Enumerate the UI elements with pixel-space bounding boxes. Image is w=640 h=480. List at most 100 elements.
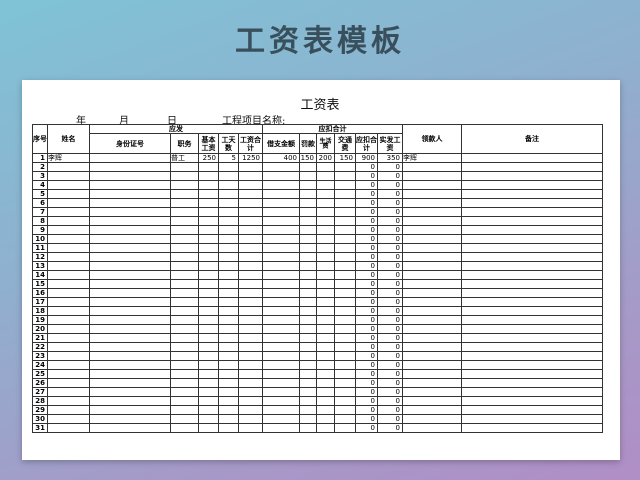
cell-wage-total[interactable] bbox=[238, 180, 263, 190]
cell-base-wage[interactable] bbox=[198, 252, 219, 262]
cell-fine[interactable] bbox=[299, 189, 317, 199]
cell-base-wage[interactable] bbox=[198, 333, 219, 343]
cell-net-pay[interactable]: 0 bbox=[377, 162, 403, 172]
cell-work-days[interactable] bbox=[218, 261, 239, 271]
cell-seq[interactable]: 2 bbox=[32, 162, 48, 172]
cell-fine[interactable] bbox=[299, 234, 317, 244]
cell-base-wage[interactable] bbox=[198, 405, 219, 415]
cell-transport[interactable] bbox=[334, 171, 356, 181]
cell-name[interactable] bbox=[47, 243, 90, 253]
cell-position[interactable] bbox=[170, 423, 199, 433]
cell-base-wage[interactable] bbox=[198, 369, 219, 379]
cell-transport[interactable]: 150 bbox=[334, 153, 356, 163]
cell-deduct-total[interactable]: 0 bbox=[355, 387, 378, 397]
cell-position[interactable] bbox=[170, 207, 199, 217]
cell-deduct-total[interactable]: 0 bbox=[355, 216, 378, 226]
cell-seq[interactable]: 3 bbox=[32, 171, 48, 181]
cell-id-no[interactable] bbox=[89, 207, 171, 217]
cell-transport[interactable] bbox=[334, 306, 356, 316]
cell-name[interactable] bbox=[47, 396, 90, 406]
cell-advance[interactable] bbox=[262, 180, 300, 190]
cell-base-wage[interactable] bbox=[198, 180, 219, 190]
cell-deduct-total[interactable]: 0 bbox=[355, 378, 378, 388]
cell-seq[interactable]: 4 bbox=[32, 180, 48, 190]
cell-wage-total[interactable] bbox=[238, 360, 263, 370]
cell-seq[interactable]: 7 bbox=[32, 207, 48, 217]
cell-recipient[interactable] bbox=[402, 414, 462, 424]
cell-work-days[interactable] bbox=[218, 180, 239, 190]
cell-wage-total[interactable] bbox=[238, 162, 263, 172]
cell-living[interactable] bbox=[316, 252, 335, 262]
cell-recipient[interactable] bbox=[402, 171, 462, 181]
cell-transport[interactable] bbox=[334, 270, 356, 280]
cell-fine[interactable] bbox=[299, 297, 317, 307]
cell-name[interactable] bbox=[47, 360, 90, 370]
cell-work-days[interactable] bbox=[218, 369, 239, 379]
cell-fine[interactable] bbox=[299, 369, 317, 379]
cell-living[interactable]: 200 bbox=[316, 153, 335, 163]
cell-net-pay[interactable]: 0 bbox=[377, 342, 403, 352]
cell-work-days[interactable] bbox=[218, 288, 239, 298]
cell-wage-total[interactable] bbox=[238, 288, 263, 298]
cell-seq[interactable]: 13 bbox=[32, 261, 48, 271]
cell-name[interactable] bbox=[47, 198, 90, 208]
cell-transport[interactable] bbox=[334, 198, 356, 208]
cell-recipient[interactable] bbox=[402, 252, 462, 262]
cell-advance[interactable] bbox=[262, 324, 300, 334]
cell-recipient[interactable] bbox=[402, 180, 462, 190]
cell-remarks[interactable] bbox=[461, 378, 603, 388]
cell-remarks[interactable] bbox=[461, 189, 603, 199]
cell-base-wage[interactable] bbox=[198, 342, 219, 352]
cell-remarks[interactable] bbox=[461, 198, 603, 208]
cell-name[interactable] bbox=[47, 351, 90, 361]
cell-fine[interactable] bbox=[299, 180, 317, 190]
cell-recipient[interactable] bbox=[402, 225, 462, 235]
cell-living[interactable] bbox=[316, 189, 335, 199]
cell-recipient[interactable] bbox=[402, 324, 462, 334]
cell-seq[interactable]: 21 bbox=[32, 333, 48, 343]
cell-living[interactable] bbox=[316, 405, 335, 415]
cell-deduct-total[interactable]: 0 bbox=[355, 279, 378, 289]
cell-deduct-total[interactable]: 0 bbox=[355, 414, 378, 424]
cell-remarks[interactable] bbox=[461, 306, 603, 316]
cell-recipient[interactable] bbox=[402, 387, 462, 397]
cell-transport[interactable] bbox=[334, 216, 356, 226]
cell-fine[interactable]: 150 bbox=[299, 153, 317, 163]
cell-advance[interactable] bbox=[262, 243, 300, 253]
cell-deduct-total[interactable]: 0 bbox=[355, 270, 378, 280]
cell-net-pay[interactable]: 0 bbox=[377, 261, 403, 271]
cell-id-no[interactable] bbox=[89, 387, 171, 397]
cell-recipient[interactable] bbox=[402, 360, 462, 370]
cell-deduct-total[interactable]: 0 bbox=[355, 405, 378, 415]
cell-id-no[interactable] bbox=[89, 342, 171, 352]
cell-wage-total[interactable] bbox=[238, 243, 263, 253]
cell-deduct-total[interactable]: 0 bbox=[355, 162, 378, 172]
cell-name[interactable] bbox=[47, 207, 90, 217]
cell-base-wage[interactable] bbox=[198, 423, 219, 433]
cell-name[interactable] bbox=[47, 324, 90, 334]
cell-deduct-total[interactable]: 0 bbox=[355, 333, 378, 343]
cell-remarks[interactable] bbox=[461, 396, 603, 406]
cell-work-days[interactable] bbox=[218, 351, 239, 361]
cell-remarks[interactable] bbox=[461, 243, 603, 253]
cell-position[interactable] bbox=[170, 234, 199, 244]
cell-advance[interactable] bbox=[262, 306, 300, 316]
cell-name[interactable] bbox=[47, 423, 90, 433]
cell-id-no[interactable] bbox=[89, 243, 171, 253]
cell-base-wage[interactable] bbox=[198, 396, 219, 406]
cell-transport[interactable] bbox=[334, 405, 356, 415]
cell-position[interactable] bbox=[170, 396, 199, 406]
cell-wage-total[interactable] bbox=[238, 225, 263, 235]
cell-wage-total[interactable] bbox=[238, 369, 263, 379]
cell-id-no[interactable] bbox=[89, 360, 171, 370]
cell-fine[interactable] bbox=[299, 225, 317, 235]
cell-living[interactable] bbox=[316, 423, 335, 433]
cell-recipient[interactable] bbox=[402, 270, 462, 280]
cell-transport[interactable] bbox=[334, 297, 356, 307]
cell-net-pay[interactable]: 0 bbox=[377, 234, 403, 244]
cell-seq[interactable]: 29 bbox=[32, 405, 48, 415]
cell-net-pay[interactable]: 0 bbox=[377, 180, 403, 190]
cell-fine[interactable] bbox=[299, 198, 317, 208]
cell-transport[interactable] bbox=[334, 351, 356, 361]
cell-advance[interactable] bbox=[262, 414, 300, 424]
